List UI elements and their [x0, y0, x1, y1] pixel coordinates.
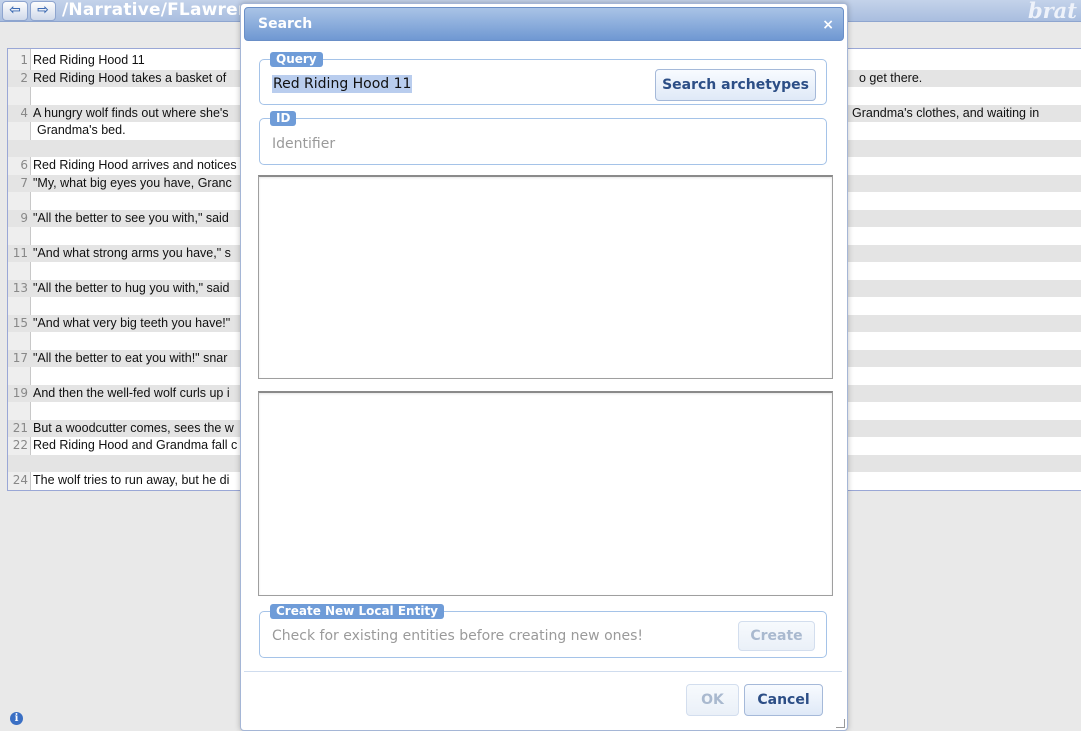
- info-icon[interactable]: i: [10, 712, 23, 725]
- details-list[interactable]: [258, 391, 833, 596]
- dialog-title-bar[interactable]: Search ×: [244, 7, 844, 41]
- line-number: 19: [12, 385, 28, 400]
- line-number: 4: [20, 105, 28, 120]
- line-number: 17: [12, 350, 28, 365]
- document-path[interactable]: /Narrative/FLawrenc: [62, 0, 260, 21]
- search-archetypes-button[interactable]: Search archetypes: [655, 69, 816, 101]
- line-text[interactable]: "And what strong arms you have," s: [33, 245, 231, 262]
- line-number: 13: [12, 280, 28, 295]
- create-entity-input[interactable]: Check for existing entities before creat…: [272, 627, 643, 645]
- line-number: 7: [20, 175, 28, 190]
- line-text-visible-tail[interactable]: o get there.: [859, 70, 922, 87]
- resize-handle-icon[interactable]: [836, 719, 845, 728]
- dialog-divider: [244, 671, 842, 672]
- line-number: 6: [20, 158, 28, 172]
- line-number: 15: [12, 315, 28, 330]
- search-dialog: Search × Query Red Riding Hood 11 Search…: [240, 3, 848, 731]
- line-text[interactable]: Grandma's bed.: [37, 122, 126, 139]
- line-text[interactable]: "My, what big eyes you have, Granc: [33, 175, 232, 192]
- create-entity-fieldset: Create New Local Entity Check for existi…: [259, 604, 827, 658]
- line-text[interactable]: And then the well-fed wolf curls up i: [33, 385, 230, 402]
- line-text[interactable]: Red Riding Hood takes a basket of: [33, 70, 226, 87]
- line-number: 11: [12, 245, 28, 260]
- line-text[interactable]: But a woodcutter comes, sees the w: [33, 420, 234, 437]
- line-number: 21: [12, 420, 28, 435]
- brat-logo: brat: [1027, 0, 1077, 23]
- line-text[interactable]: The wolf tries to run away, but he di: [33, 472, 229, 489]
- line-text-visible-tail[interactable]: Grandma's clothes, and waiting in: [852, 105, 1039, 122]
- line-text[interactable]: A hungry wolf finds out where she's: [33, 105, 229, 122]
- line-text[interactable]: Red Riding Hood 11: [33, 52, 145, 69]
- id-legend: ID: [270, 111, 297, 126]
- id-fieldset: ID Identifier: [259, 111, 827, 165]
- line-text[interactable]: "All the better to see you with," said: [33, 210, 229, 227]
- cancel-button[interactable]: Cancel: [744, 684, 823, 716]
- line-number: 2: [20, 70, 28, 85]
- ok-button[interactable]: OK: [686, 684, 739, 716]
- query-legend: Query: [270, 52, 323, 67]
- results-list[interactable]: [258, 175, 833, 379]
- query-fieldset: Query Red Riding Hood 11 Search archetyp…: [259, 52, 827, 105]
- close-icon[interactable]: ×: [822, 8, 834, 42]
- line-number: 1: [20, 53, 28, 67]
- create-entity-legend: Create New Local Entity: [270, 604, 444, 619]
- line-number: 22: [12, 438, 28, 452]
- line-text[interactable]: "All the better to hug you with," said: [33, 280, 229, 297]
- create-button[interactable]: Create: [738, 621, 815, 651]
- identifier-input[interactable]: Identifier: [272, 135, 335, 153]
- line-number: 24: [12, 473, 28, 487]
- query-input[interactable]: Red Riding Hood 11: [272, 75, 413, 93]
- line-text[interactable]: "All the better to eat you with!" snar: [33, 350, 227, 367]
- line-text[interactable]: Red Riding Hood and Grandma fall c: [33, 437, 237, 454]
- dialog-title: Search: [258, 16, 313, 32]
- line-text[interactable]: "And what very big teeth you have!": [33, 315, 230, 332]
- line-number: 9: [20, 210, 28, 225]
- line-text[interactable]: Red Riding Hood arrives and notices: [33, 157, 237, 174]
- arrow-right-icon[interactable]: ⇨: [30, 1, 56, 21]
- arrow-left-icon[interactable]: ⇦: [2, 1, 28, 21]
